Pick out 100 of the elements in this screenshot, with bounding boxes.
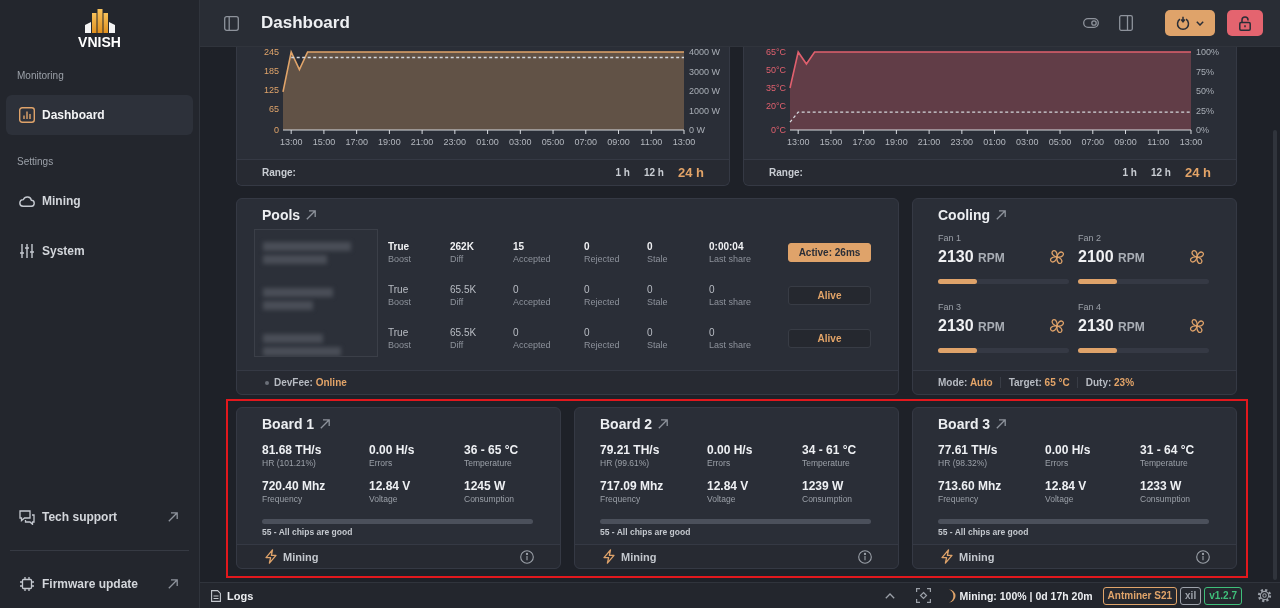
footer-stat: Target: 65 °C [999, 377, 1070, 388]
stat-value: 36 - 65 °C [464, 443, 519, 457]
stat-value: 31 - 64 °C [1140, 443, 1195, 457]
fan-icon [1188, 248, 1206, 266]
pool-label: Boost [388, 253, 412, 265]
stat-label: HR (99.61%) [600, 457, 650, 469]
axis-label: 13:00 [279, 137, 303, 147]
axis-label: 13:00 [672, 137, 696, 147]
power-icon [1176, 15, 1190, 31]
sidebar-toggle-icon[interactable] [224, 15, 239, 31]
chip-status-text: 55 - All chips are good [262, 526, 353, 538]
axis-label: 125 [263, 85, 279, 96]
fan-icon [1048, 317, 1066, 335]
pool-label: Last share [709, 296, 753, 308]
fan-speed: 2130 RPM [1078, 317, 1145, 335]
board-status: Mining [621, 550, 657, 563]
fan-icon [1188, 317, 1206, 335]
stat-value: 12.84 V [707, 479, 749, 493]
info-icon[interactable] [858, 549, 872, 564]
fan-speed: 2130 RPM [938, 317, 1005, 335]
range-label: Range: [262, 167, 296, 178]
focus-icon[interactable] [915, 588, 931, 603]
board-status: Mining [283, 550, 319, 563]
stat-label: Voltage [1045, 493, 1074, 505]
axis-label: 21:00 [410, 137, 434, 147]
fan-speed: 2130 RPM [938, 248, 1005, 266]
chip-status-text: 55 - All chips are good [600, 526, 691, 538]
nav-item[interactable]: Mining [6, 181, 193, 221]
card-title: Board 2 [600, 416, 653, 432]
pool-label: Diff [450, 296, 465, 308]
lightning-icon [603, 549, 615, 564]
range-option[interactable]: 1 h [1117, 167, 1142, 178]
axis-label: 1000 W [689, 105, 721, 116]
power-menu-button[interactable] [1165, 10, 1215, 36]
stat-label: Consumption [1140, 493, 1191, 505]
section-label: Monitoring [16, 69, 65, 83]
axis-label: 19:00 [378, 137, 401, 147]
range-option[interactable]: 12 h [1145, 167, 1176, 178]
info-icon[interactable] [520, 549, 534, 564]
pool-label: Stale [647, 296, 669, 308]
axis-label: 0 [274, 125, 279, 135]
pool-value: 0 [584, 283, 591, 296]
chevron-up-icon[interactable] [884, 592, 895, 599]
axis-label: 07:00 [574, 137, 598, 147]
footer-stat: Mode: Auto [938, 377, 993, 388]
axis-label: 23:00 [950, 137, 974, 147]
axis-label: 17:00 [345, 137, 368, 147]
range-option[interactable]: 24 h [1180, 165, 1216, 180]
stat-value: 79.21 TH/s [600, 443, 660, 457]
pool-value: 65.5K [450, 326, 478, 339]
axis-label: 185 [263, 66, 279, 77]
nav-link[interactable]: Firmware update [6, 564, 193, 604]
toggle-icon[interactable] [1083, 18, 1099, 28]
axis-label: 09:00 [1114, 137, 1137, 147]
pool-label: Rejected [584, 339, 621, 351]
external-link-icon[interactable] [658, 419, 669, 429]
info-icon[interactable] [1196, 549, 1210, 564]
pool-value: 0:00:04 [709, 240, 745, 253]
fan-label: Fan 2 [1078, 232, 1101, 244]
board-status: Mining [959, 550, 995, 563]
devfee-status: DevFee: Online [274, 377, 347, 388]
panel-icon[interactable] [1119, 15, 1133, 31]
range-option[interactable]: 1 h [610, 167, 635, 178]
stat-value: 1239 W [802, 479, 844, 493]
pool-value: 0 [513, 283, 520, 296]
pool-value: True [388, 283, 410, 296]
stat-value: 12.84 V [369, 479, 411, 493]
pool-value: 0 [709, 283, 716, 296]
axis-label: 09:00 [607, 137, 630, 147]
settings-icon[interactable] [1257, 588, 1272, 603]
external-link-icon[interactable] [996, 210, 1007, 220]
pool-value: 65.5K [450, 283, 478, 296]
logo-text: VNISH [78, 35, 121, 49]
nav-link[interactable]: Tech support [6, 497, 193, 537]
axis-label: 35°C [765, 83, 786, 93]
external-link-icon[interactable] [996, 419, 1007, 429]
axis-label: 0 W [689, 125, 705, 135]
axis-label: 03:00 [509, 137, 532, 147]
footer-stat: Duty: 23% [1076, 377, 1135, 388]
range-option[interactable]: 24 h [673, 165, 709, 180]
unlock-icon [1239, 15, 1251, 31]
fan-label: Fan 4 [1078, 301, 1101, 313]
logs-button[interactable]: Logs [211, 589, 254, 602]
stat-value: 12.84 V [1045, 479, 1087, 493]
pool-value: True [388, 240, 411, 253]
nav-item[interactable]: Dashboard [6, 95, 193, 135]
lightning-icon [265, 549, 277, 564]
pool-value: 0 [647, 240, 654, 253]
nav-item[interactable]: System [6, 231, 193, 271]
cloud-icon [19, 195, 35, 207]
stat-label: Errors [369, 457, 393, 469]
card-title: Cooling [938, 207, 991, 223]
external-link-icon[interactable] [306, 210, 317, 220]
external-link-icon[interactable] [320, 419, 331, 429]
pool-value: 0 [584, 240, 591, 253]
stat-label: Frequency [938, 493, 979, 505]
lock-button[interactable] [1227, 10, 1263, 36]
chat-icon [19, 509, 35, 525]
range-option[interactable]: 12 h [638, 167, 669, 178]
axis-label: 245 [263, 47, 279, 57]
